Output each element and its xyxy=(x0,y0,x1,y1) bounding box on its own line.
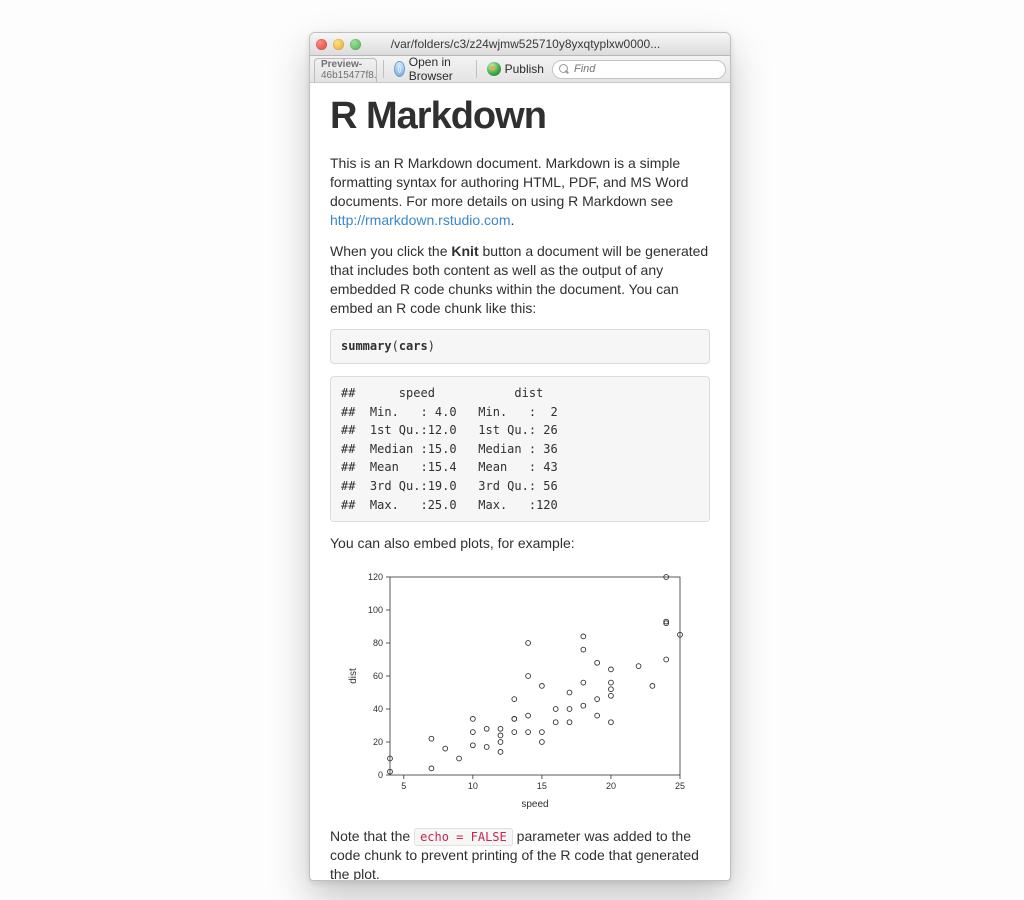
svg-text:dist: dist xyxy=(348,668,359,684)
find-field[interactable] xyxy=(572,62,719,76)
svg-text:0: 0 xyxy=(378,770,383,780)
svg-text:10: 10 xyxy=(468,781,478,791)
publish-label: Publish xyxy=(505,62,544,76)
code-output-summary: ## speed dist ## Min. : 4.0 Min. : 2 ## … xyxy=(330,376,710,522)
separator xyxy=(476,60,477,78)
svg-text:15: 15 xyxy=(537,781,547,791)
svg-text:20: 20 xyxy=(606,781,616,791)
publish-icon xyxy=(487,62,501,76)
inline-code-echo: echo = FALSE xyxy=(414,828,513,846)
svg-text:40: 40 xyxy=(373,704,383,714)
preview-tab[interactable]: Preview- 46b15477f8.html xyxy=(314,58,377,82)
knit-paragraph: When you click the Knit button a documen… xyxy=(330,242,710,318)
traffic-lights xyxy=(316,39,361,50)
svg-text:speed: speed xyxy=(521,799,548,810)
document-body: R Markdown This is an R Markdown documen… xyxy=(310,83,730,881)
search-icon xyxy=(559,64,569,74)
echo-false-paragraph: Note that the echo = FALSE parameter was… xyxy=(330,827,710,881)
svg-text:25: 25 xyxy=(675,781,685,791)
preview-tab-line2: 46b15477f8.html xyxy=(321,71,370,82)
toolbar: Preview- 46b15477f8.html Open in Browser… xyxy=(310,56,730,83)
page-title: R Markdown xyxy=(330,91,710,142)
rmarkdown-link[interactable]: http://rmarkdown.rstudio.com xyxy=(330,212,511,228)
publish-button[interactable]: Publish xyxy=(483,60,548,78)
find-input[interactable] xyxy=(552,60,726,79)
preview-tab-line1: Preview- xyxy=(321,60,370,71)
separator xyxy=(383,60,384,78)
code-block-summary: summary(cars) xyxy=(330,329,710,364)
plot-intro-paragraph: You can also embed plots, for example: xyxy=(330,534,710,553)
window-title: /var/folders/c3/z24wjmw525710y8yxqtyplxw… xyxy=(371,37,724,51)
zoom-icon[interactable] xyxy=(350,39,361,50)
svg-text:5: 5 xyxy=(401,781,406,791)
svg-text:120: 120 xyxy=(368,572,383,582)
svg-text:60: 60 xyxy=(373,671,383,681)
knit-bold: Knit xyxy=(451,243,478,259)
open-in-browser-label: Open in Browser xyxy=(409,55,466,83)
scatter-plot: 5 10 15 20 25 0 20 40 60 80 100 120 speed dist xyxy=(338,565,694,817)
svg-text:80: 80 xyxy=(373,638,383,648)
close-icon[interactable] xyxy=(316,39,327,50)
intro-paragraph: This is an R Markdown document. Markdown… xyxy=(330,154,710,230)
titlebar: /var/folders/c3/z24wjmw525710y8yxqtyplxw… xyxy=(310,33,730,56)
globe-icon xyxy=(394,61,405,77)
preview-window: /var/folders/c3/z24wjmw525710y8yxqtyplxw… xyxy=(309,32,731,881)
svg-text:100: 100 xyxy=(368,605,383,615)
svg-text:20: 20 xyxy=(373,737,383,747)
minimize-icon[interactable] xyxy=(333,39,344,50)
open-in-browser-button[interactable]: Open in Browser xyxy=(390,53,470,85)
